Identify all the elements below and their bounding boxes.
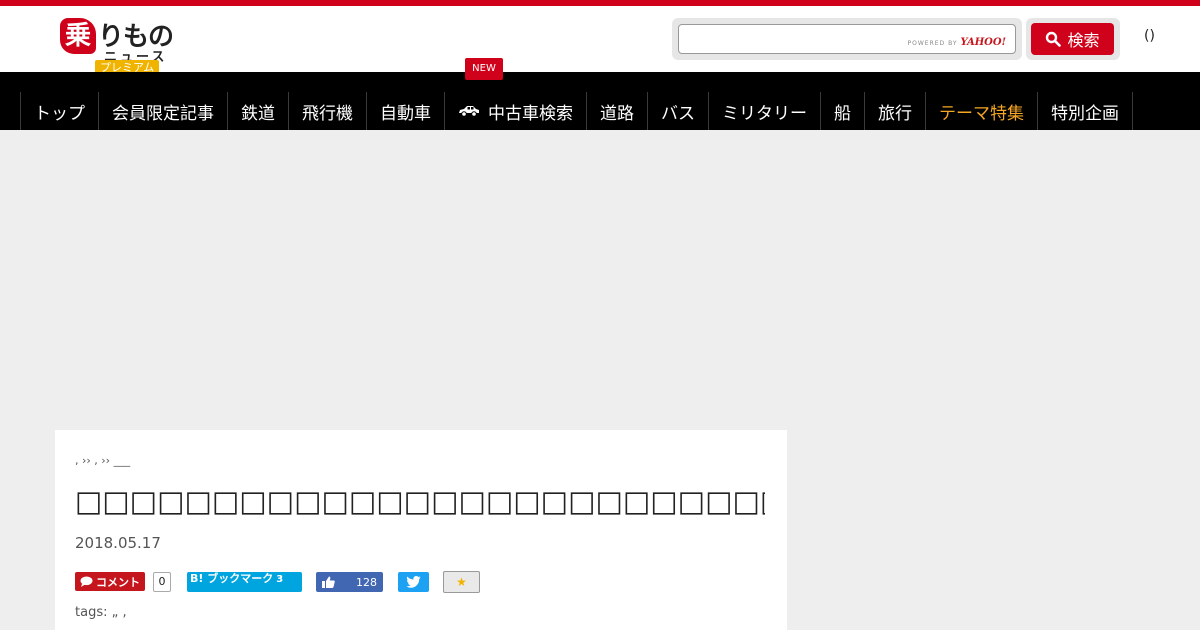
favorite-button[interactable]: ★ [443,571,480,593]
nav-item-top[interactable]: トップ [20,92,98,130]
nav-label: バス [661,103,695,124]
comment-button[interactable]: コメント [75,572,145,591]
thumbs-up-icon [322,576,335,588]
nav-label: 旅行 [878,103,912,124]
nav-label: ミリタリー [722,103,807,124]
search-button-label: 検索 [1067,31,1100,50]
article-tags: tags: „ , [75,605,127,620]
nav-item-ship[interactable]: 船 [820,92,864,130]
nav-item-members[interactable]: 会員限定記事 [98,92,227,130]
site-header: 乗 りもの ニュース プレミアム POWERED BY YAHOO! 検索 () [0,6,1200,76]
nav-label: 自動車 [380,103,431,124]
main-nav: トップ 会員限定記事 鉄道 飛行機 自動車 中古車検索 道路 バス ミリタリー … [0,72,1200,130]
search-button[interactable]: 検索 [1031,23,1114,55]
comment-label: コメント [96,575,140,589]
share-bar: コメント 0 B! ブックマーク 3 128 ★ [75,571,775,593]
search-box: POWERED BY YAHOO! [672,18,1022,60]
comment-count: 0 [153,572,171,592]
nav-item-airplane[interactable]: 飛行機 [288,92,366,130]
yahoo-brand: YAHOO! [960,37,1006,48]
nav-label: 鉄道 [241,103,275,124]
nav-item-used-car-search[interactable]: 中古車検索 [444,92,586,130]
nav-item-travel[interactable]: 旅行 [864,92,925,130]
nav-label: 特別企画 [1051,103,1119,124]
nav-label: 船 [834,103,851,124]
nav-item-theme-features[interactable]: テーマ特集 [925,92,1037,130]
like-count: 128 [356,575,377,589]
car-icon [459,106,479,117]
breadcrumb[interactable]: , ›› , ›› ___ [75,454,130,467]
bookmark-count: 3 [276,574,284,585]
powered-by-text: POWERED BY [907,40,958,47]
new-badge: NEW [465,58,503,80]
twitter-bird-icon [406,576,421,588]
nav-item-bus[interactable]: バス [647,92,708,130]
twitter-share-button[interactable] [398,572,429,592]
article-title: □□□□□□□□□□□□□□□□□□□□□□□□□□□□□□□□□□□□□□□□… [75,484,765,518]
facebook-like-button[interactable]: 128 [316,572,383,592]
nav-label: テーマ特集 [939,103,1024,124]
nav-item-car[interactable]: 自動車 [366,92,444,130]
article-date: 2018.05.17 [75,534,161,552]
nav-label: 中古車検索 [488,103,573,124]
search-button-wrap: 検索 [1026,18,1120,60]
nav-item-special[interactable]: 特別企画 [1037,92,1133,130]
powered-by-yahoo: POWERED BY YAHOO! [908,37,1006,48]
nav-label: 飛行機 [302,103,353,124]
nav-item-road[interactable]: 道路 [586,92,647,130]
nav-label: 道路 [600,103,634,124]
hatena-bookmark-button[interactable]: B! ブックマーク 3 [187,572,302,592]
user-menu[interactable]: () [1144,28,1155,44]
nav-label: 会員限定記事 [112,103,214,124]
star-icon: ★ [456,575,467,589]
speech-bubble-icon [80,576,93,587]
site-logo[interactable]: 乗 りもの ニュース プレミアム [60,16,190,76]
nav-label: トップ [34,103,85,124]
article-card: , ›› , ›› ___ □□□□□□□□□□□□□□□□□□□□□□□□□□… [55,430,787,630]
search-icon [1046,31,1062,47]
logo-mark: 乗 [60,18,96,54]
nav-item-military[interactable]: ミリタリー [708,92,820,130]
bookmark-label: B! ブックマーク [190,572,274,585]
nav-item-railway[interactable]: 鉄道 [227,92,288,130]
